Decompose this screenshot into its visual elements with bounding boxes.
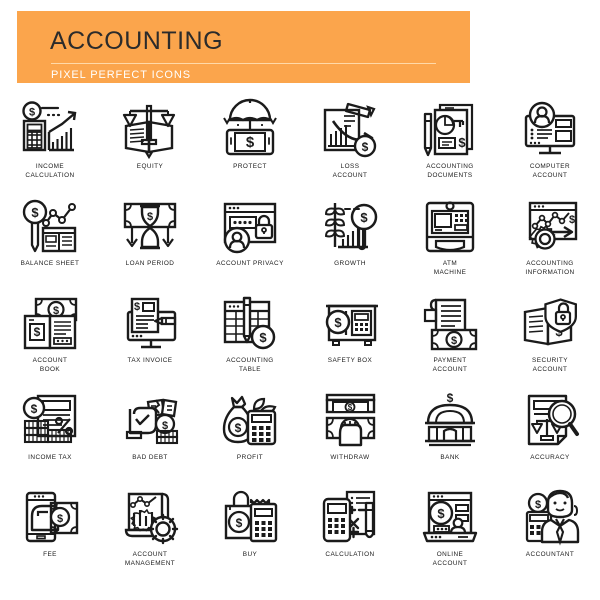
icon-cell-accuracy[interactable]: ACCURACY — [500, 387, 600, 484]
icon-label-account-privacy: ACCOUNT PRIVACY — [216, 260, 284, 267]
page-title: ACCOUNTING — [50, 27, 224, 55]
icon-label-calculation: CALCULATION — [325, 551, 375, 558]
icon-label-security-account: SECURITY ACCOUNT — [532, 357, 568, 373]
icon-label-bank: BANK — [440, 454, 460, 461]
icon-label-tax-invoice: TAX INVOICE — [127, 357, 173, 364]
icon-label-income-tax: INCOME TAX — [28, 454, 72, 461]
bank-building-dollar-icon — [418, 389, 482, 451]
atm-slot-hand-cash-icon — [318, 389, 382, 451]
icon-cell-accounting-information[interactable]: ACCOUNTING INFORMATION — [500, 193, 600, 290]
icon-cell-growth[interactable]: GROWTH — [300, 193, 400, 290]
icon-label-accounting-documents: ACCOUNTING DOCUMENTS — [426, 163, 474, 179]
icon-cell-account-management[interactable]: ACCOUNT MANAGEMENT — [100, 484, 200, 581]
browser-padlock-user-icon — [218, 195, 282, 257]
icon-label-protect: PROTECT — [233, 163, 267, 170]
icon-cell-account-privacy[interactable]: ACCOUNT PRIVACY — [200, 193, 300, 290]
icon-label-payment-account: PAYMENT ACCOUNT — [432, 357, 468, 373]
safe-coin-icon — [318, 292, 382, 354]
icon-cell-computer-account[interactable]: COMPUTER ACCOUNT — [500, 96, 600, 193]
scales-book-icon — [118, 98, 182, 160]
money-bag-leaf-calculator-icon — [218, 389, 282, 451]
icon-label-equity: EQUITY — [136, 163, 164, 170]
icon-cell-buy[interactable]: BUY — [200, 484, 300, 581]
header-banner: ACCOUNTING PIXEL PERFECT ICONS — [17, 11, 470, 83]
icon-cell-loss-account[interactable]: LOSS ACCOUNT — [300, 96, 400, 193]
browser-linechart-gear-arrow-icon — [518, 195, 582, 257]
icon-label-online-account: ONLINE ACCOUNT — [432, 551, 468, 567]
receipt-banknote-icon — [418, 292, 482, 354]
icon-cell-calculation[interactable]: CALCULATION — [300, 484, 400, 581]
icon-cell-online-account[interactable]: ONLINE ACCOUNT — [400, 484, 500, 581]
hourglass-banknote-arrows-icon — [118, 195, 182, 257]
icon-label-profit: PROFIT — [236, 454, 264, 461]
icon-cell-fee[interactable]: FEE — [0, 484, 100, 581]
papers-pencil-piechart-icon — [418, 98, 482, 160]
icon-label-loss-account: LOSS ACCOUNT — [332, 163, 368, 179]
icon-cell-security-account[interactable]: SECURITY ACCOUNT — [500, 290, 600, 387]
shopping-bag-receipt-calculator-icon — [218, 486, 282, 548]
icon-cell-accounting-table[interactable]: ACCOUNTING TABLE — [200, 290, 300, 387]
icon-label-accounting-table: ACCOUNTING TABLE — [226, 357, 274, 373]
spreadsheet-pencil-coin-icon — [218, 292, 282, 354]
icon-label-growth: GROWTH — [334, 260, 366, 267]
icon-label-accuracy: ACCURACY — [530, 454, 570, 461]
icon-cell-accounting-documents[interactable]: ACCOUNTING DOCUMENTS — [400, 96, 500, 193]
icon-cell-atm-machine[interactable]: ATM MACHINE — [400, 193, 500, 290]
report-bars-gear-icon — [118, 486, 182, 548]
plant-bars-magnifier-dollar-icon — [318, 195, 382, 257]
icon-label-income-calculation: INCOME CALCULATION — [25, 163, 75, 179]
icon-cell-payment-account[interactable]: PAYMENT ACCOUNT — [400, 290, 500, 387]
magnifier-dollar-graph-paper-icon — [18, 195, 82, 257]
icon-label-safety-box: SAFETY BOX — [327, 357, 373, 364]
icon-cell-profit[interactable]: PROFIT — [200, 387, 300, 484]
icon-label-bad-debt: BAD DEBT — [132, 454, 168, 461]
icon-cell-tax-invoice[interactable]: TAX INVOICE — [100, 290, 200, 387]
monitor-invoice-pencil-icon — [118, 292, 182, 354]
icon-cell-bank[interactable]: BANK — [400, 387, 500, 484]
page-subtitle: PIXEL PERFECT ICONS — [51, 69, 191, 81]
icon-cell-safety-box[interactable]: SAFETY BOX — [300, 290, 400, 387]
phone-hand-coin-banknote-icon — [18, 486, 82, 548]
icon-label-accounting-information: ACCOUNTING INFORMATION — [525, 260, 575, 276]
icon-label-account-book: ACCOUNT BOOK — [32, 357, 68, 373]
icon-cell-bad-debt[interactable]: BAD DEBT — [100, 387, 200, 484]
book-shield-padlock-icon — [518, 292, 582, 354]
document-scales-magnifier-icon — [518, 389, 582, 451]
monitor-user-icon — [518, 98, 582, 160]
icon-label-fee: FEE — [43, 551, 57, 558]
icon-cell-equity[interactable]: EQUITY — [100, 96, 200, 193]
icon-label-accountant: ACCOUNTANT — [525, 551, 575, 558]
woman-calculator-coin-icon — [518, 486, 582, 548]
icon-label-loan-period: LOAN PERIOD — [125, 260, 175, 267]
calculator-pencil-mathsheet-icon — [318, 486, 382, 548]
icon-label-buy: BUY — [242, 551, 258, 558]
icon-cell-withdraw[interactable]: WITHDRAW — [300, 387, 400, 484]
icon-cell-income-calculation[interactable]: INCOME CALCULATION — [0, 96, 100, 193]
icon-cell-loan-period[interactable]: LOAN PERIOD — [100, 193, 200, 290]
atm-terminal-icon — [418, 195, 482, 257]
open-book-banknote-icon — [18, 292, 82, 354]
icon-cell-balance-sheet[interactable]: BALANCE SHEET — [0, 193, 100, 290]
icon-label-atm-machine: ATM MACHINE — [433, 260, 467, 276]
icon-cell-accountant[interactable]: ACCOUNTANT — [500, 484, 600, 581]
laptop-profile-coin-icon — [418, 486, 482, 548]
icon-cell-income-tax[interactable]: INCOME TAX — [0, 387, 100, 484]
header-divider — [51, 63, 436, 64]
calculator-chart-coin-icon — [18, 98, 82, 160]
icon-label-account-management: ACCOUNT MANAGEMENT — [124, 551, 176, 567]
icon-cell-protect[interactable]: PROTECT — [200, 96, 300, 193]
icon-label-computer-account: COMPUTER ACCOUNT — [529, 163, 571, 179]
clipboard-down-arrow-coin-icon — [318, 98, 382, 160]
umbrella-phone-dollar-icon — [218, 98, 282, 160]
icon-cell-account-book[interactable]: ACCOUNT BOOK — [0, 290, 100, 387]
hand-torn-note-coins-icon — [118, 389, 182, 451]
icon-label-withdraw: WITHDRAW — [330, 454, 370, 461]
document-percent-coins-icon — [18, 389, 82, 451]
icon-grid: INCOME CALCULATION EQUITY PROTECT LOSS ACCO… — [0, 96, 600, 581]
icon-label-balance-sheet: BALANCE SHEET — [20, 260, 80, 267]
